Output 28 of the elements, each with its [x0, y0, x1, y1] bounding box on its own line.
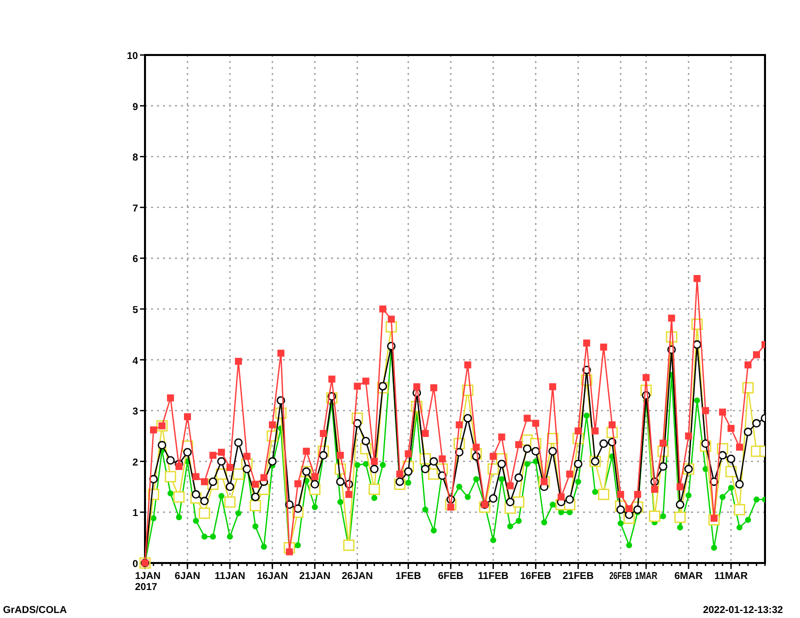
x-tick-label: 11FEB: [478, 571, 508, 582]
x-tick-label: 6MAR: [674, 571, 703, 582]
x-tick-label: 1JAN: [135, 571, 161, 582]
x-tick-label: 6JAN: [174, 571, 200, 582]
y-tick-label: 0: [132, 559, 138, 570]
x-tick-label: 1MAR: [634, 571, 664, 582]
y-tick-label: 7: [132, 203, 138, 214]
x-tick-label: 11JAN: [214, 571, 246, 582]
y-tick-label: 8: [132, 152, 138, 164]
x-tick-label: 16JAN: [256, 571, 288, 582]
year-label: 2017: [135, 582, 158, 593]
x-tick-label: 26JAN: [342, 571, 373, 582]
y-tick-label: 3: [132, 406, 138, 418]
x-tick-label: 1FEB: [396, 571, 422, 582]
x-tick-label: 6FEB: [438, 571, 464, 582]
y-tick-label: 4: [132, 356, 138, 367]
y-tick-label: 1: [132, 508, 138, 520]
x-tick-label: 11MAR: [714, 571, 748, 582]
y-tick-label: 6: [132, 254, 138, 266]
y-tick-label: 5: [132, 305, 138, 316]
x-tick-label: 21JAN: [299, 571, 330, 582]
timestamp-label: 2022-01-12-13:32: [702, 605, 783, 616]
y-tick-label: 2: [132, 457, 138, 468]
x-tick-label: 16FEB: [520, 571, 552, 582]
producer-label: GrADS/COLA: [3, 605, 67, 616]
x-tick-label: 21FEB: [562, 571, 594, 582]
y-tick-label: 10: [126, 51, 138, 62]
y-tick-label: 9: [132, 102, 138, 113]
